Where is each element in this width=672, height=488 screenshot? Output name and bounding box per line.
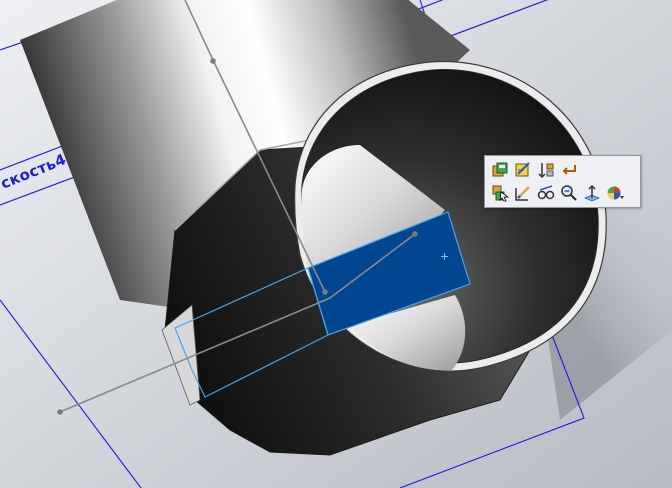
parent-child-icon	[562, 165, 576, 175]
feature-properties-button[interactable]	[488, 159, 511, 181]
appearance-icon	[607, 186, 624, 200]
normal-to-button[interactable]	[580, 182, 603, 204]
selection-cursor: +	[440, 250, 449, 263]
edit-feature-icon	[514, 186, 530, 201]
zoom-to-selection-button[interactable]	[557, 182, 580, 204]
appearance-button[interactable]	[603, 182, 626, 204]
select-other-icon	[492, 185, 509, 202]
hide-show-button[interactable]	[534, 182, 557, 204]
zoom-to-selection-icon	[560, 185, 577, 201]
rollback-icon	[537, 163, 553, 179]
feature-properties-icon	[492, 162, 507, 177]
graphics-viewport[interactable]: + скость4	[0, 0, 672, 488]
context-toolbar	[484, 155, 641, 208]
model-scene[interactable]: +	[0, 0, 672, 488]
parent-child-button[interactable]	[557, 159, 580, 181]
rollback-button[interactable]	[534, 159, 557, 181]
select-other-button[interactable]	[488, 182, 511, 204]
toolbar-row-1	[488, 159, 580, 181]
hide-show-icon	[537, 185, 554, 200]
edit-feature-button[interactable]	[511, 182, 534, 204]
edit-sketch-button[interactable]	[511, 159, 534, 181]
edit-sketch-icon	[515, 162, 530, 177]
toolbar-row-2	[488, 182, 626, 204]
normal-to-icon	[583, 184, 600, 202]
